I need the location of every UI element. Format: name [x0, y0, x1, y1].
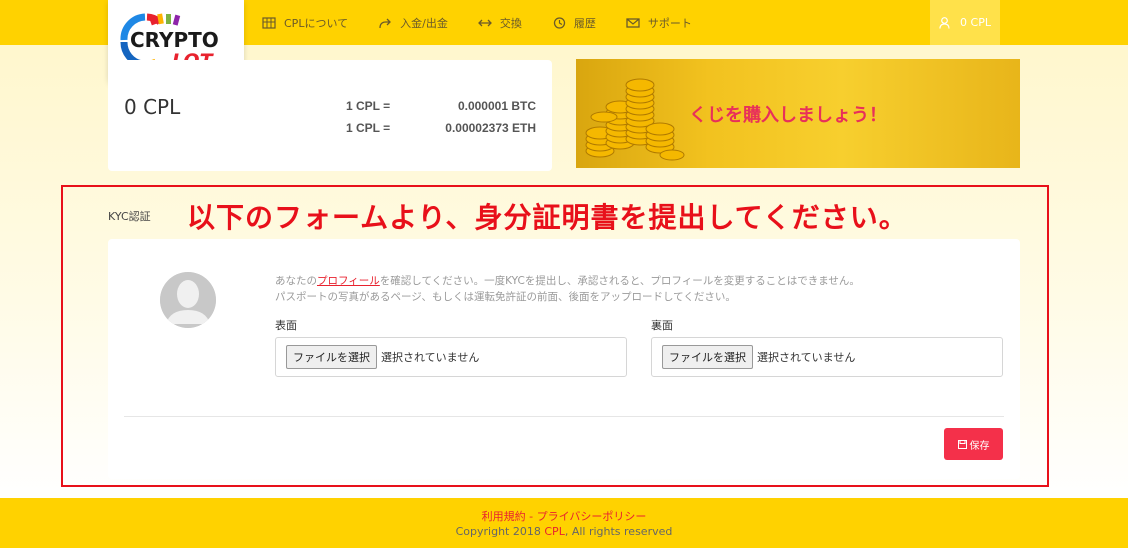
- footer-links[interactable]: 利用規約 - プライバシーポリシー: [0, 508, 1128, 524]
- user-balance-label: 0 CPL: [960, 16, 991, 29]
- logo-text-crypto: CRYPTO: [130, 28, 219, 52]
- nav-label-exchange: 交換: [499, 16, 522, 30]
- balance-amount: 0 CPL: [124, 95, 181, 119]
- footer-copyright: Copyright 2018 CPL, All rights reserved: [0, 525, 1128, 538]
- nav-item-history[interactable]: 履歴: [552, 15, 596, 31]
- nav-label-deposit: 入金/出金: [400, 16, 448, 30]
- nav-item-about[interactable]: CPLについて: [262, 15, 348, 31]
- nav-item-exchange[interactable]: 交換: [477, 15, 522, 31]
- mail-icon: [626, 17, 640, 28]
- copy-brand-link[interactable]: CPL: [544, 525, 564, 538]
- lottery-banner[interactable]: くじを購入しましょう！: [576, 59, 1020, 168]
- nav-item-support[interactable]: サポート: [626, 15, 692, 31]
- nav-label-support: サポート: [647, 16, 692, 30]
- rate-eth-right: 0.00002373 ETH: [445, 121, 536, 135]
- rate-btc-left: 1 CPL =: [346, 99, 391, 113]
- user-balance-button[interactable]: 0 CPL: [930, 0, 1000, 45]
- logo-bars-icon: [148, 13, 181, 26]
- nav-label-history: 履歴: [573, 16, 596, 30]
- footer: 利用規約 - プライバシーポリシー Copyright 2018 CPL, Al…: [0, 498, 1128, 548]
- table-icon: [262, 16, 276, 29]
- forward-arrow-icon: [379, 18, 392, 28]
- gold-coins-icon: [585, 78, 685, 161]
- balance-card: 0 CPL 1 CPL = 0.000001 BTC 1 CPL = 0.000…: [108, 60, 552, 171]
- main-nav: CPLについて 入金/出金 交換 履歴 サポート: [262, 0, 722, 45]
- rate-btc-right: 0.000001 BTC: [457, 99, 536, 113]
- copy-prefix: Copyright 2018: [455, 525, 545, 538]
- nav-label-about: CPLについて: [284, 16, 349, 30]
- nav-item-deposit[interactable]: 入金/出金: [378, 15, 448, 31]
- copy-suffix: , All rights reserved: [564, 525, 673, 538]
- kyc-instruction: 以下のフォームより、身分証明書を提出してください。: [187, 201, 908, 234]
- user-icon: [939, 16, 950, 29]
- rate-eth-left: 1 CPL =: [346, 121, 391, 135]
- exchange-arrows-icon: [477, 19, 492, 26]
- banner-text: くじを購入しましょう！: [689, 105, 887, 126]
- history-icon: [553, 16, 565, 29]
